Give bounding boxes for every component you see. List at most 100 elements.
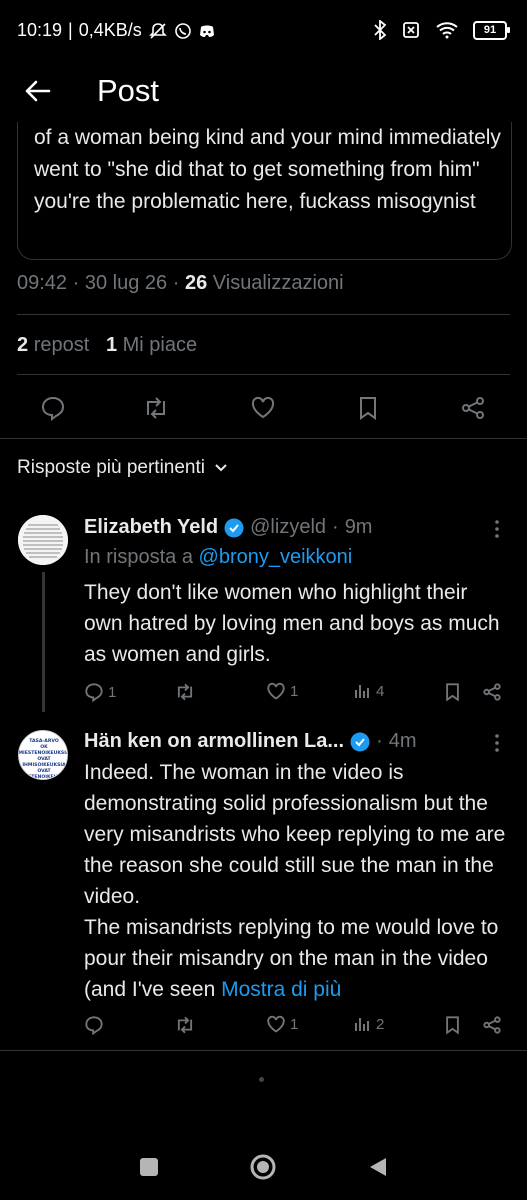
battery-icon: 91 (473, 20, 510, 40)
bookmark-icon (446, 683, 459, 702)
reply-text: Indeed. The woman in the video is demons… (84, 761, 506, 1001)
system-nav-bar (0, 1130, 527, 1200)
avatar-text-image: TASA-ARVO OK MIESTENOIKEUKSIA OVAT IHMIS… (19, 731, 68, 780)
divider (17, 374, 510, 375)
svg-text:MIESTENOIKEUKSIA: MIESTENOIKEUKSIA (19, 774, 68, 780)
bluetooth-icon (374, 20, 387, 40)
top-bar: Post (0, 62, 527, 122)
likes-stat[interactable]: 1 Mi piace (106, 334, 197, 356)
wifi-icon (436, 22, 458, 39)
replies-sort-label: Risposte più pertinenti (17, 457, 205, 478)
views-count: 4 (376, 682, 385, 700)
share-icon (462, 397, 484, 419)
reply-action-bar: 1 2 (84, 1015, 510, 1039)
repost-button[interactable] (174, 1015, 200, 1035)
reply-header: Hän ken on armollinen La... · 4m (84, 730, 417, 753)
back-arrow-icon[interactable] (22, 76, 52, 106)
reply-icon (41, 396, 65, 421)
share-button[interactable] (482, 1015, 502, 1035)
bookmark-button[interactable] (444, 1015, 461, 1035)
section-divider (0, 438, 527, 439)
repost-icon (147, 397, 165, 419)
home-icon[interactable] (250, 1154, 276, 1180)
reply-button[interactable] (34, 389, 72, 427)
svg-text:OVAT: OVAT (37, 768, 51, 774)
views-button[interactable]: 2 (354, 1015, 384, 1033)
reply-time: 9m (344, 516, 373, 538)
verified-badge-icon (350, 732, 370, 751)
in-reply-to: In risposta a @brony_veikkoni (84, 546, 353, 568)
like-button[interactable] (244, 389, 282, 427)
bookmark-button[interactable] (349, 389, 387, 427)
views-label: Visualizzazioni (212, 272, 344, 294)
reply-author-name[interactable]: Hän ken on armollinen La... (84, 730, 344, 753)
share-button[interactable] (482, 682, 502, 702)
reply-button[interactable]: 1 (84, 682, 116, 702)
reply-button[interactable] (84, 1015, 108, 1035)
reposts-stat[interactable]: 2 repost (17, 334, 89, 356)
post-stats: 2 repost 1 Mi piace (17, 334, 197, 357)
heart-icon (267, 1015, 285, 1033)
like-button[interactable]: 1 (266, 682, 298, 701)
views-button[interactable]: 4 (354, 682, 384, 700)
more-options-icon[interactable] (487, 519, 507, 539)
like-button[interactable]: 1 (266, 1015, 298, 1034)
views-chart-icon (355, 1018, 369, 1031)
quoted-post[interactable]: of a woman being kind and your mind imme… (17, 105, 512, 260)
back-nav-icon[interactable] (368, 1157, 388, 1177)
reply-action-bar: 1 1 4 (84, 682, 510, 706)
svg-text:MIESTENOIKEUKSIA: MIESTENOIKEUKSIA (19, 750, 68, 756)
in-reply-to-link[interactable]: @brony_veikkoni (199, 546, 353, 568)
like-count: 1 (290, 1016, 299, 1033)
share-icon (483, 1016, 501, 1034)
discord-icon (199, 25, 214, 37)
reply-author-name[interactable]: Elizabeth Yeld (84, 516, 218, 539)
recent-apps-icon[interactable] (139, 1157, 159, 1177)
whatsapp-icon (174, 22, 191, 39)
avatar-image (18, 515, 68, 565)
reply-text: They don't like women who highlight thei… (84, 581, 500, 666)
divider (17, 314, 510, 315)
reply-author-handle[interactable]: @lizyeld (250, 516, 326, 539)
avatar[interactable]: TASA-ARVO OK MIESTENOIKEUKSIA OVAT IHMIS… (18, 730, 68, 780)
repost-button[interactable] (174, 682, 200, 702)
post-date: 30 lug 26 (84, 272, 168, 294)
status-right: 91 (373, 20, 510, 40)
bookmark-button[interactable] (444, 682, 461, 702)
views-chart-icon (355, 685, 369, 698)
quoted-post-text: of a woman being kind and your mind imme… (34, 126, 501, 213)
post-meta: 09:42 · 30 lug 26 · 26 Visualizzazioni (17, 272, 344, 294)
status-net-speed: 0,4KB/s (78, 20, 142, 40)
repost-icon (177, 683, 193, 701)
reply-icon (85, 1016, 103, 1035)
status-bar: 10:19 | 0,4KB/s 91 (0, 0, 527, 62)
show-more-link[interactable]: Mostra di più (221, 978, 341, 1001)
thread-line (42, 572, 45, 712)
status-time: 10:19 (17, 20, 63, 40)
svg-text:OVAT: OVAT (37, 756, 51, 762)
post-action-bar (0, 389, 527, 427)
reply-time: 4m (388, 730, 417, 752)
section-divider (0, 1050, 527, 1051)
replies-sort-dropdown[interactable]: Risposte più pertinenti (17, 457, 229, 479)
repost-button[interactable] (137, 389, 175, 427)
bookmark-icon (360, 397, 376, 420)
loading-dot (259, 1077, 264, 1082)
svg-text:IHMISOIKEUKSIA: IHMISOIKEUKSIA (22, 762, 66, 768)
reply-header: Elizabeth Yeld @lizyeld · 9m (84, 516, 373, 539)
svg-text:OK: OK (40, 744, 48, 750)
status-left: 10:19 | 0,4KB/s (17, 20, 216, 41)
reply-item[interactable]: TASA-ARVO OK MIESTENOIKEUKSIA OVAT IHMIS… (0, 715, 527, 1050)
chevron-down-icon (215, 464, 227, 472)
views-count: 2 (376, 1015, 385, 1033)
avatar[interactable] (18, 515, 68, 565)
heart-icon (251, 396, 275, 419)
like-count: 1 (290, 683, 299, 700)
reply-count: 1 (108, 683, 117, 701)
share-button[interactable] (454, 389, 492, 427)
more-options-icon[interactable] (487, 733, 507, 753)
post-time: 09:42 (17, 272, 68, 294)
reply-item[interactable]: Elizabeth Yeld @lizyeld · 9m In risposta… (0, 500, 527, 715)
svg-text:TASA-ARVO: TASA-ARVO (29, 738, 59, 744)
heart-icon (267, 682, 285, 700)
